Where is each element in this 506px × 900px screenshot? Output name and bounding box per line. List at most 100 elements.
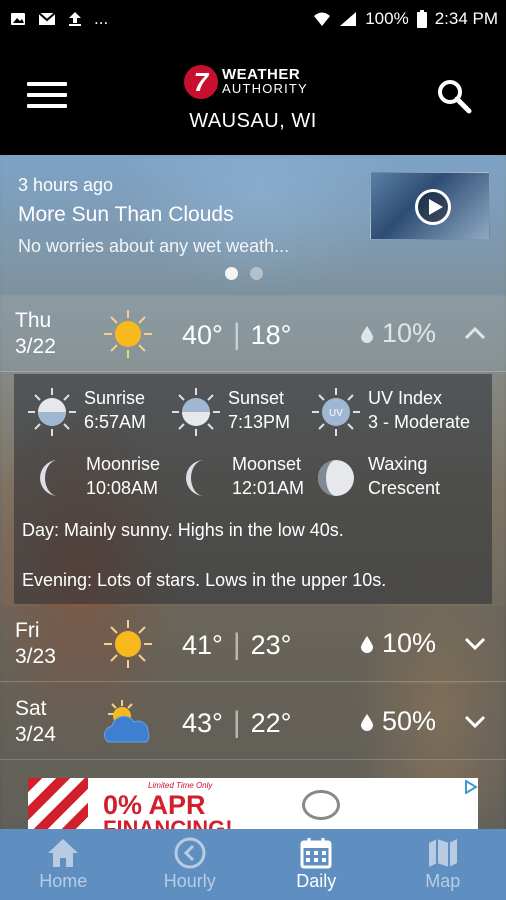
day-date: 3/23: [15, 645, 56, 668]
clock: 2:34 PM: [434, 9, 498, 28]
sunset-label: Sunset: [228, 388, 285, 408]
day-description: Day: Mainly sunny. Highs in the low 40s.: [22, 520, 344, 540]
news-video-thumbnail[interactable]: [370, 172, 490, 240]
sunset-value: 7:13PM: [228, 412, 291, 432]
battery-icon: [416, 10, 427, 28]
chevron-down-icon[interactable]: [462, 708, 488, 734]
app-header: 7 WEATHER AUTHORITY WAUSAU, WI: [0, 38, 506, 155]
logo-text-authority: AUTHORITY: [222, 81, 308, 96]
sunrise-icon: [28, 388, 76, 436]
sunrise-label: Sunrise: [84, 388, 146, 408]
evening-description: Evening: Lots of stars. Lows in the uppe…: [22, 570, 387, 590]
uv-label: UV Index: [368, 388, 443, 408]
day-of-week: Fri: [15, 619, 40, 642]
day-date: 3/22: [15, 335, 56, 358]
sunrise-value: 6:57AM: [84, 412, 147, 432]
photo-notification-icon: [11, 13, 25, 25]
moonrise-value: 10:08AM: [86, 478, 159, 498]
high-temp: 41°: [182, 629, 223, 660]
day-label: Thu 3/22: [15, 308, 56, 360]
temperature-range: 40° | 18°: [182, 318, 291, 352]
raindrop-icon: [361, 635, 373, 653]
upload-notification-icon: [69, 12, 81, 26]
day-row-sat[interactable]: Sat 3/24 43° | 22° 50%: [0, 684, 506, 760]
location-label[interactable]: WAUSAU, WI: [0, 110, 506, 133]
precip-value: 50%: [382, 706, 437, 736]
ad-banner[interactable]: Limited Time Only 0% APR FINANCING!: [28, 778, 478, 830]
chevron-down-icon[interactable]: [462, 630, 488, 656]
more-notifications: ...: [94, 9, 109, 28]
temperature-range: 43° | 22°: [182, 706, 291, 740]
precip-chance: 50%: [360, 706, 436, 737]
wifi-icon: [314, 12, 331, 26]
logo-seven: 7: [184, 65, 218, 99]
ad-small-text: Limited Time Only: [148, 781, 213, 790]
moon-phase-line2: Crescent: [368, 478, 441, 498]
news-title[interactable]: More Sun Than Clouds: [18, 203, 234, 227]
tab-daily[interactable]: Daily: [253, 829, 380, 900]
moon-phase-info: Waxing Crescent: [310, 452, 440, 504]
map-icon: [428, 839, 457, 867]
day-label: Sat 3/24: [15, 696, 56, 748]
day-label: Fri 3/23: [15, 618, 56, 670]
ad-choices-icon[interactable]: [464, 780, 478, 794]
tab-hourly[interactable]: Hourly: [127, 829, 254, 900]
logo-text-weather: WEATHER: [222, 66, 301, 83]
tab-hourly-label: Hourly: [163, 871, 216, 891]
hamburger-menu-icon[interactable]: [27, 82, 67, 112]
high-temp: 40°: [182, 319, 223, 350]
sunny-icon: [104, 620, 152, 668]
chevron-up-icon[interactable]: [462, 320, 488, 346]
calendar-icon: [300, 838, 332, 869]
carousel-dot-active[interactable]: [225, 267, 238, 280]
news-timestamp: 3 hours ago: [18, 175, 114, 195]
moonset-info: Moonset 12:01AM: [174, 452, 304, 504]
temperature-range: 41° | 23°: [182, 628, 291, 662]
sunset-icon: [172, 388, 220, 436]
raindrop-icon: [361, 325, 373, 343]
partly-cloudy-icon: [104, 700, 150, 743]
weather-authority-logo: 7 WEATHER AUTHORITY: [184, 64, 329, 100]
hourly-clock-icon: [174, 837, 206, 869]
temp-separator: |: [232, 628, 241, 661]
precip-chance: 10%: [360, 628, 436, 659]
nissan-logo-icon: [302, 790, 340, 820]
sunset-info: Sunset 7:13PM: [170, 386, 290, 438]
sunny-icon: [104, 310, 152, 358]
moonrise-info: Moonrise 10:08AM: [28, 452, 160, 504]
moonset-label: Moonset: [232, 454, 302, 474]
precip-chance: 10%: [360, 318, 436, 349]
uv-icon-text: UV: [329, 408, 343, 419]
news-card[interactable]: 3 hours ago More Sun Than Clouds No worr…: [0, 155, 506, 295]
carousel-dot[interactable]: [250, 267, 263, 280]
battery-percent: 100%: [365, 9, 409, 28]
tab-map-label: Map: [425, 871, 461, 891]
day-row-fri[interactable]: Fri 3/23 41° | 23° 10%: [0, 606, 506, 682]
moonrise-icon: [40, 460, 58, 496]
day-of-week: Thu: [15, 309, 52, 332]
ad-subheadline: FINANCING!: [103, 816, 233, 830]
carousel-indicator: [225, 267, 263, 280]
raindrop-icon: [361, 713, 373, 731]
moon-phase-line1: Waxing: [368, 454, 428, 474]
search-icon[interactable]: [436, 78, 472, 114]
tab-daily-label: Daily: [296, 871, 337, 891]
low-temp: 22°: [250, 707, 292, 738]
sunrise-info: Sunrise 6:57AM: [26, 386, 146, 438]
day-row-thu[interactable]: Thu 3/22 40° | 18° 10%: [0, 296, 506, 372]
low-temp: 23°: [250, 629, 292, 660]
day-date: 3/24: [15, 723, 56, 746]
temp-separator: |: [232, 706, 241, 739]
uv-value: 3 - Moderate: [368, 412, 471, 432]
status-bar: ... 100% 2:34 PM: [0, 0, 506, 38]
day-of-week: Sat: [15, 697, 47, 720]
ad-stripes: [28, 778, 88, 830]
news-subtitle: No worries about any wet weath...: [18, 236, 290, 256]
day-detail-panel: Sunrise 6:57AM Sunset 7:13PM UV UV Index…: [14, 374, 492, 604]
uv-index-info: UV UV Index 3 - Moderate: [310, 386, 470, 438]
tab-map[interactable]: Map: [380, 829, 506, 900]
play-icon[interactable]: [415, 189, 451, 225]
home-icon: [48, 839, 79, 867]
mail-notification-icon: [38, 12, 56, 25]
tab-home[interactable]: Home: [0, 829, 127, 900]
